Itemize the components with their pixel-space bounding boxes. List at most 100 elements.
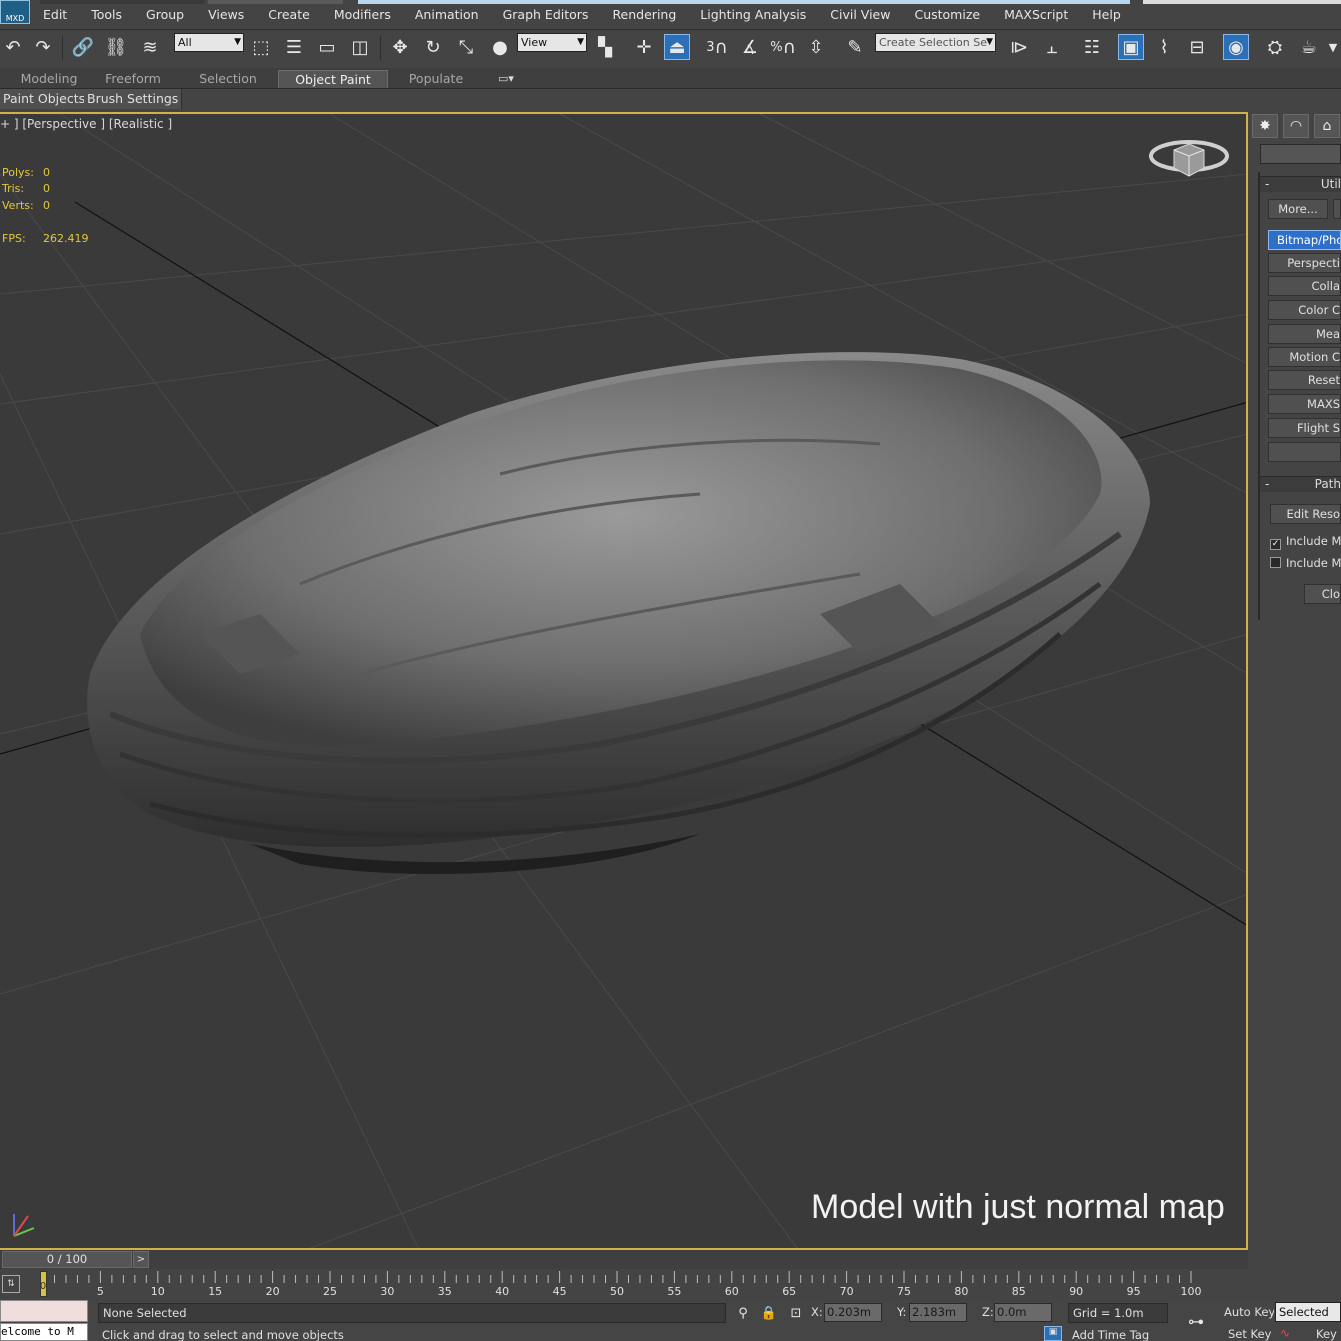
keyboard-shortcut-override-icon[interactable]: ⏏ (664, 34, 690, 60)
menu-lighting-analysis[interactable]: Lighting Analysis (688, 6, 818, 24)
set-key-icon[interactable]: ⊶ (1183, 1308, 1209, 1334)
edit-named-selection-icon[interactable]: ✎ (842, 34, 868, 60)
reference-coordinate-dropdown[interactable]: View ▼ (517, 33, 587, 52)
selection-lock-icon[interactable]: 🔒 (756, 1300, 782, 1326)
selection-filter-dropdown[interactable]: All ▼ (174, 33, 244, 52)
include-maps-checkbox-2[interactable]: Include Ma (1270, 556, 1341, 570)
tab-modeling[interactable]: Modeling (10, 70, 88, 88)
unlink-icon[interactable]: ⛓ (103, 34, 129, 60)
select-rotate-icon[interactable]: ↻ (420, 34, 446, 60)
utility-bitmap-photometric-button[interactable]: Bitmap/Photo (1268, 230, 1341, 250)
hierarchy-panel-icon[interactable]: ⌂ (1314, 114, 1340, 138)
menu-views[interactable]: Views (196, 6, 256, 24)
rectangular-selection-icon[interactable]: ▭ (314, 34, 340, 60)
percent-snap-icon[interactable]: % ∩ (770, 34, 796, 60)
app-logo[interactable]: MXD (0, 0, 30, 24)
close-button[interactable]: Clo (1304, 584, 1341, 604)
utility-perspective-match-button[interactable]: Perspecti (1268, 253, 1341, 273)
window-crossing-icon[interactable]: ◫ (347, 34, 373, 60)
angle-snap-icon[interactable]: ∡ (737, 34, 763, 60)
menu-civil-view[interactable]: Civil View (818, 6, 902, 24)
select-scale-icon[interactable]: ⤡ (453, 34, 479, 60)
spinner-snap-icon[interactable]: ⇳ (803, 34, 829, 60)
menu-group[interactable]: Group (134, 6, 196, 24)
select-by-name-icon[interactable]: ☰ (281, 34, 307, 60)
viewport-label[interactable]: + ] [Perspective ] [Realistic ] (0, 117, 172, 131)
schematic-view-icon[interactable]: ⊟ (1184, 34, 1210, 60)
bind-space-warp-icon[interactable]: ≋ (137, 34, 163, 60)
tab-freeform[interactable]: Freeform (96, 70, 170, 88)
mirror-icon[interactable]: ⧐ (1006, 34, 1032, 60)
key-tangent-icon[interactable]: ∿ (1280, 1326, 1298, 1341)
menu-rendering[interactable]: Rendering (600, 6, 688, 24)
snaps-toggle-icon[interactable]: 3 ∩ (704, 34, 730, 60)
sets-button[interactable] (1333, 199, 1341, 219)
ribbon-options-icon[interactable]: ▭▾ (488, 70, 524, 88)
key-mode-dropdown[interactable]: Selected (1275, 1302, 1341, 1322)
command-panel-field[interactable] (1260, 144, 1341, 164)
named-selection-dropdown[interactable]: Create Selection Se ▼ (875, 33, 996, 52)
menu-customize[interactable]: Customize (902, 6, 992, 24)
modify-panel-icon[interactable]: ◠ (1283, 114, 1309, 138)
perspective-viewport[interactable]: + ] [Perspective ] [Realistic ] Polys: 0… (0, 112, 1248, 1250)
tab-populate[interactable]: Populate (400, 70, 472, 88)
utilities-rollout-header[interactable]: - Util (1260, 176, 1341, 192)
z-coordinate-input[interactable]: 0.0m (994, 1303, 1052, 1322)
render-setup-icon[interactable]: ⛭ (1262, 34, 1288, 60)
x-coordinate-input[interactable]: 0.203m (824, 1303, 882, 1322)
utility-measure-button[interactable]: Mea (1268, 324, 1341, 344)
isolate-selection-icon[interactable]: ⚲ (730, 1300, 756, 1326)
utility-flight-studio-button[interactable]: Flight S (1268, 418, 1341, 438)
y-coordinate-input[interactable]: 2.183m (909, 1303, 967, 1322)
pivot-center-icon[interactable]: ▚ (592, 34, 618, 60)
add-time-tag[interactable]: Add Time Tag (1068, 1326, 1168, 1341)
utility-empty-button[interactable] (1268, 442, 1341, 462)
menu-animation[interactable]: Animation (403, 6, 491, 24)
menu-tools[interactable]: Tools (79, 6, 134, 24)
track-bar[interactable]: ⇅ 0 5 10 15 20 25 30 35 40 45 50 55 60 65 70 75 80 85 90 9… (0, 1269, 1248, 1300)
viewcube-icon[interactable] (1148, 136, 1232, 196)
time-slider-thumb[interactable]: 0 / 100 (2, 1251, 132, 1268)
maxscript-listener-top[interactable] (0, 1300, 88, 1322)
menu-help[interactable]: Help (1080, 6, 1133, 24)
tab-object-paint[interactable]: Object Paint (278, 70, 388, 88)
auto-key-button[interactable]: Auto Key (1220, 1303, 1274, 1323)
key-filters-button[interactable]: Key (1312, 1325, 1341, 1341)
toolbar-overflow-icon[interactable]: ▼ (1325, 34, 1341, 60)
create-panel-icon[interactable]: ✸ (1252, 114, 1278, 138)
utility-color-clipboard-button[interactable]: Color C (1268, 300, 1341, 320)
menu-graph-editors[interactable]: Graph Editors (491, 6, 601, 24)
redo-icon[interactable]: ↷ (30, 34, 56, 60)
link-icon[interactable]: 🔗 (70, 34, 96, 60)
menu-maxscript[interactable]: MAXScript (992, 6, 1080, 24)
absolute-mode-icon[interactable]: ⊡ (783, 1300, 809, 1326)
tab-selection[interactable]: Selection (188, 70, 268, 88)
time-tag-icon[interactable]: ▣ (1044, 1326, 1062, 1341)
utility-motion-capture-button[interactable]: Motion C (1268, 347, 1341, 367)
maxscript-listener[interactable]: elcome to M (0, 1323, 88, 1341)
subtab-brush-settings[interactable]: Brush Settings (84, 89, 183, 109)
utility-reset-xform-button[interactable]: Reset (1268, 370, 1341, 390)
select-object-icon[interactable]: ⬚ (248, 34, 274, 60)
menu-create[interactable]: Create (256, 6, 322, 24)
select-manipulate-icon[interactable]: ✛ (631, 34, 657, 60)
undo-icon[interactable]: ↶ (0, 34, 26, 60)
path-rollout-header[interactable]: - Path (1260, 476, 1341, 492)
menu-modifiers[interactable]: Modifiers (322, 6, 403, 24)
time-slider[interactable]: 0 / 100 > (0, 1250, 1248, 1269)
render-frame-icon[interactable]: ☕ (1296, 34, 1322, 60)
subtab-paint-objects[interactable]: Paint Objects (0, 89, 90, 109)
select-place-icon[interactable]: ● (487, 34, 513, 60)
layer-explorer-icon[interactable]: ☷ (1079, 34, 1105, 60)
edit-resources-button[interactable]: Edit Reso (1270, 504, 1341, 524)
next-frame-button[interactable]: > (133, 1251, 149, 1268)
set-key-button[interactable]: Set Key (1224, 1325, 1274, 1341)
utility-maxscript-button[interactable]: MAXS (1268, 394, 1341, 414)
include-maps-checkbox-1[interactable]: ✓ Include Ma (1270, 534, 1341, 550)
more-utilities-button[interactable]: More... (1268, 199, 1328, 219)
curve-editor-icon[interactable]: ⌇ (1151, 34, 1177, 60)
menu-edit[interactable]: Edit (31, 6, 79, 24)
toggle-ribbon-icon[interactable]: ▣ (1118, 34, 1144, 60)
material-editor-icon[interactable]: ◉ (1223, 34, 1249, 60)
utility-collapse-button[interactable]: Colla (1268, 276, 1341, 296)
